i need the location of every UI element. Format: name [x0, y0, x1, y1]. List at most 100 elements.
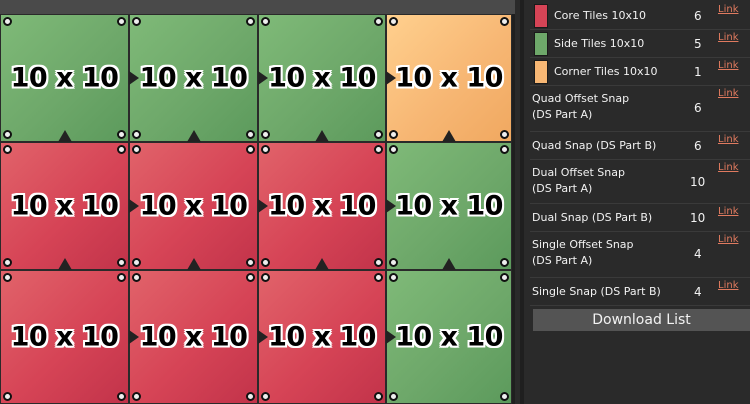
- tile-size-label: 10 x 10: [395, 62, 503, 94]
- snap-peg-icon: [389, 130, 398, 139]
- connector-notch-icon: [258, 71, 268, 85]
- part-link[interactable]: Link: [718, 162, 738, 173]
- snap-peg-icon: [246, 273, 255, 282]
- core-tile[interactable]: 10 x 10: [0, 142, 129, 270]
- side-tile[interactable]: 10 x 10: [258, 14, 386, 142]
- part-name: Side Tiles 10x10: [554, 37, 645, 50]
- tile-size-label: 10 x 10: [268, 321, 376, 353]
- part-link[interactable]: Link: [718, 88, 738, 99]
- snap-peg-icon: [374, 17, 383, 26]
- snap-peg-icon: [132, 392, 141, 401]
- parts-list-panel: Core Tiles 10x10 6 Link Side Tiles 10x10 5 Li…: [520, 0, 750, 404]
- connector-notch-icon: [57, 258, 72, 270]
- snap-peg-icon: [3, 145, 12, 154]
- tile-size-label: 10 x 10: [139, 321, 248, 353]
- tile-size-label: 10 x 10: [268, 190, 376, 222]
- part-link[interactable]: Link: [718, 32, 738, 43]
- board-toolbar: [0, 0, 515, 14]
- connector-notch-icon: [386, 330, 396, 344]
- parts-list-row: Dual Offset Snap (DS Part A) 10 Link: [530, 160, 750, 204]
- part-link[interactable]: Link: [718, 206, 738, 217]
- snap-peg-icon: [374, 130, 383, 139]
- part-count: 4: [694, 285, 702, 299]
- corner-tile[interactable]: 10 x 10: [386, 14, 512, 142]
- snap-peg-icon: [117, 258, 126, 267]
- snap-peg-icon: [389, 392, 398, 401]
- part-name: Quad Offset Snap (DS Part A): [532, 92, 630, 121]
- snap-peg-icon: [261, 392, 270, 401]
- part-count: 5: [694, 37, 702, 51]
- snap-peg-icon: [246, 392, 255, 401]
- part-name: Quad Snap (DS Part B): [532, 139, 657, 152]
- snap-peg-icon: [132, 130, 141, 139]
- part-count: 6: [694, 101, 702, 115]
- part-link[interactable]: Link: [718, 234, 738, 245]
- parts-list-row: Quad Offset Snap (DS Part A) 6 Link: [530, 86, 750, 132]
- snap-peg-icon: [500, 273, 509, 282]
- side-tile[interactable]: 10 x 10: [0, 14, 129, 142]
- tile-size-label: 10 x 10: [395, 190, 503, 222]
- snap-peg-icon: [261, 130, 270, 139]
- part-count: 1: [694, 65, 702, 79]
- connector-notch-icon: [186, 258, 201, 270]
- snap-peg-icon: [261, 273, 270, 282]
- side-tile[interactable]: 10 x 10: [386, 142, 512, 270]
- tile-size-label: 10 x 10: [10, 62, 119, 94]
- core-tile[interactable]: 10 x 10: [129, 270, 258, 404]
- connector-notch-icon: [386, 71, 396, 85]
- part-link[interactable]: Link: [718, 60, 738, 71]
- connector-notch-icon: [315, 258, 329, 270]
- tile-size-label: 10 x 10: [139, 62, 248, 94]
- connector-notch-icon: [258, 330, 268, 344]
- snap-peg-icon: [389, 273, 398, 282]
- part-count: 10: [690, 175, 706, 189]
- part-name: Core Tiles 10x10: [554, 9, 646, 22]
- snap-peg-icon: [246, 145, 255, 154]
- snap-peg-icon: [117, 17, 126, 26]
- side-tile[interactable]: 10 x 10: [129, 14, 258, 142]
- download-list-button[interactable]: Download List: [533, 309, 750, 331]
- snap-peg-icon: [132, 258, 141, 267]
- snap-peg-icon: [261, 258, 270, 267]
- part-count: 4: [694, 247, 702, 261]
- connector-notch-icon: [442, 258, 456, 270]
- snap-peg-icon: [261, 145, 270, 154]
- part-count: 10: [690, 211, 706, 225]
- snap-peg-icon: [500, 17, 509, 26]
- tile-board: 10 x 10 10 x 10 10 x 10 10 x 10 10 x 10 10 x …: [0, 14, 515, 404]
- snap-peg-icon: [117, 392, 126, 401]
- snap-peg-icon: [374, 392, 383, 401]
- part-link[interactable]: Link: [718, 134, 738, 145]
- snap-peg-icon: [374, 258, 383, 267]
- snap-peg-icon: [374, 273, 383, 282]
- tile-color-swatch: [534, 4, 548, 28]
- core-tile[interactable]: 10 x 10: [258, 142, 386, 270]
- part-link[interactable]: Link: [718, 280, 738, 291]
- snap-peg-icon: [117, 130, 126, 139]
- connector-notch-icon: [129, 330, 139, 344]
- connector-notch-icon: [315, 130, 329, 142]
- snap-peg-icon: [246, 17, 255, 26]
- snap-peg-icon: [3, 17, 12, 26]
- core-tile[interactable]: 10 x 10: [258, 270, 386, 404]
- part-name: Single Snap (DS Part B): [532, 285, 661, 298]
- snap-peg-icon: [261, 17, 270, 26]
- snap-peg-icon: [389, 258, 398, 267]
- parts-list-row: Single Snap (DS Part B) 4 Link: [530, 278, 750, 306]
- side-tile[interactable]: 10 x 10: [386, 270, 512, 404]
- core-tile[interactable]: 10 x 10: [0, 270, 129, 404]
- tile-size-label: 10 x 10: [395, 321, 503, 353]
- connector-notch-icon: [129, 71, 139, 85]
- snap-peg-icon: [3, 130, 12, 139]
- snap-peg-icon: [500, 145, 509, 154]
- snap-peg-icon: [117, 273, 126, 282]
- snap-peg-icon: [246, 130, 255, 139]
- part-link[interactable]: Link: [718, 4, 738, 15]
- tile-size-label: 10 x 10: [10, 190, 119, 222]
- connector-notch-icon: [129, 199, 139, 213]
- parts-list-row: Side Tiles 10x10 5 Link: [530, 30, 750, 58]
- snap-peg-icon: [500, 130, 509, 139]
- part-name: Corner Tiles 10x10: [554, 65, 658, 78]
- core-tile[interactable]: 10 x 10: [129, 142, 258, 270]
- part-name: Single Offset Snap (DS Part A): [532, 238, 634, 267]
